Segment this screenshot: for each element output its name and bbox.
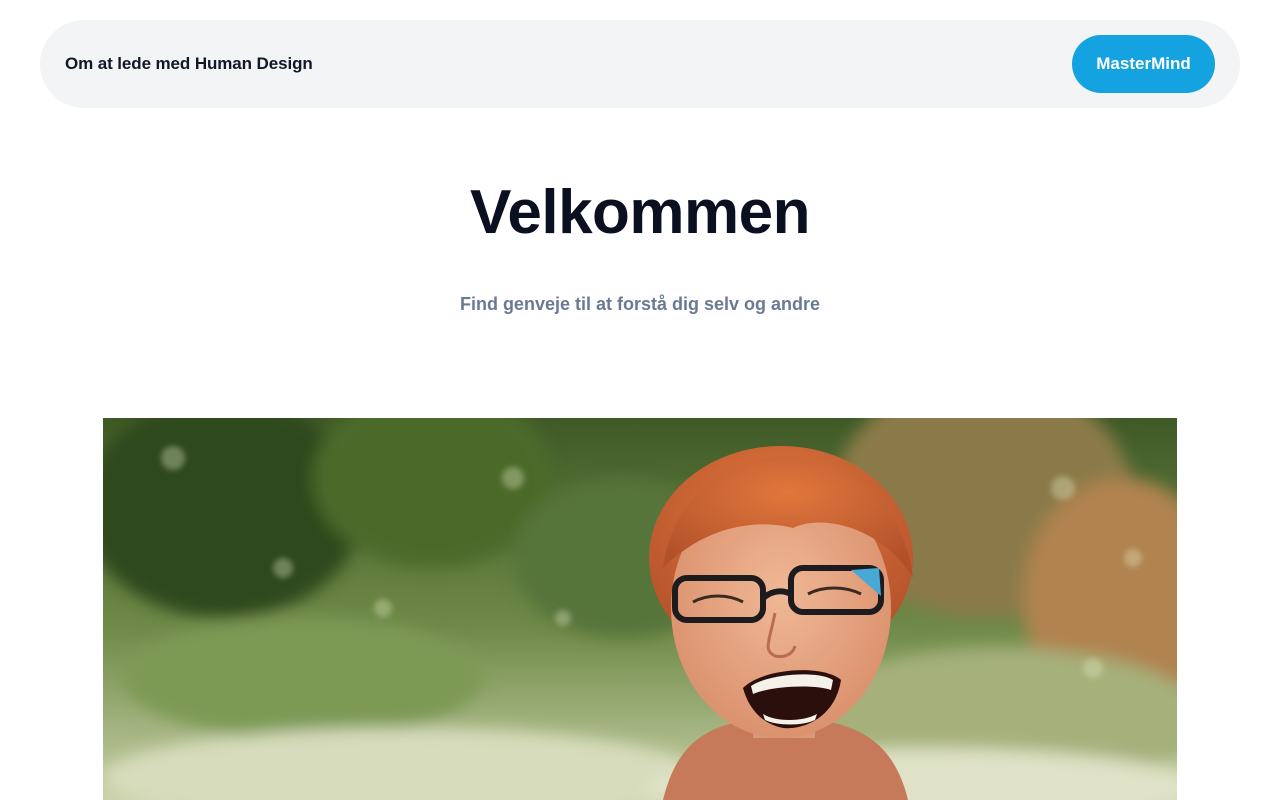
- mastermind-button[interactable]: MasterMind: [1072, 35, 1215, 93]
- hero-photo: [103, 418, 1177, 800]
- site-title-link[interactable]: Om at lede med Human Design: [65, 54, 313, 74]
- page-title: Velkommen: [469, 178, 811, 247]
- page-subtitle: Find genveje til at forstå dig selv og a…: [459, 294, 821, 314]
- top-navbar: Om at lede med Human Design MasterMind: [40, 20, 1240, 108]
